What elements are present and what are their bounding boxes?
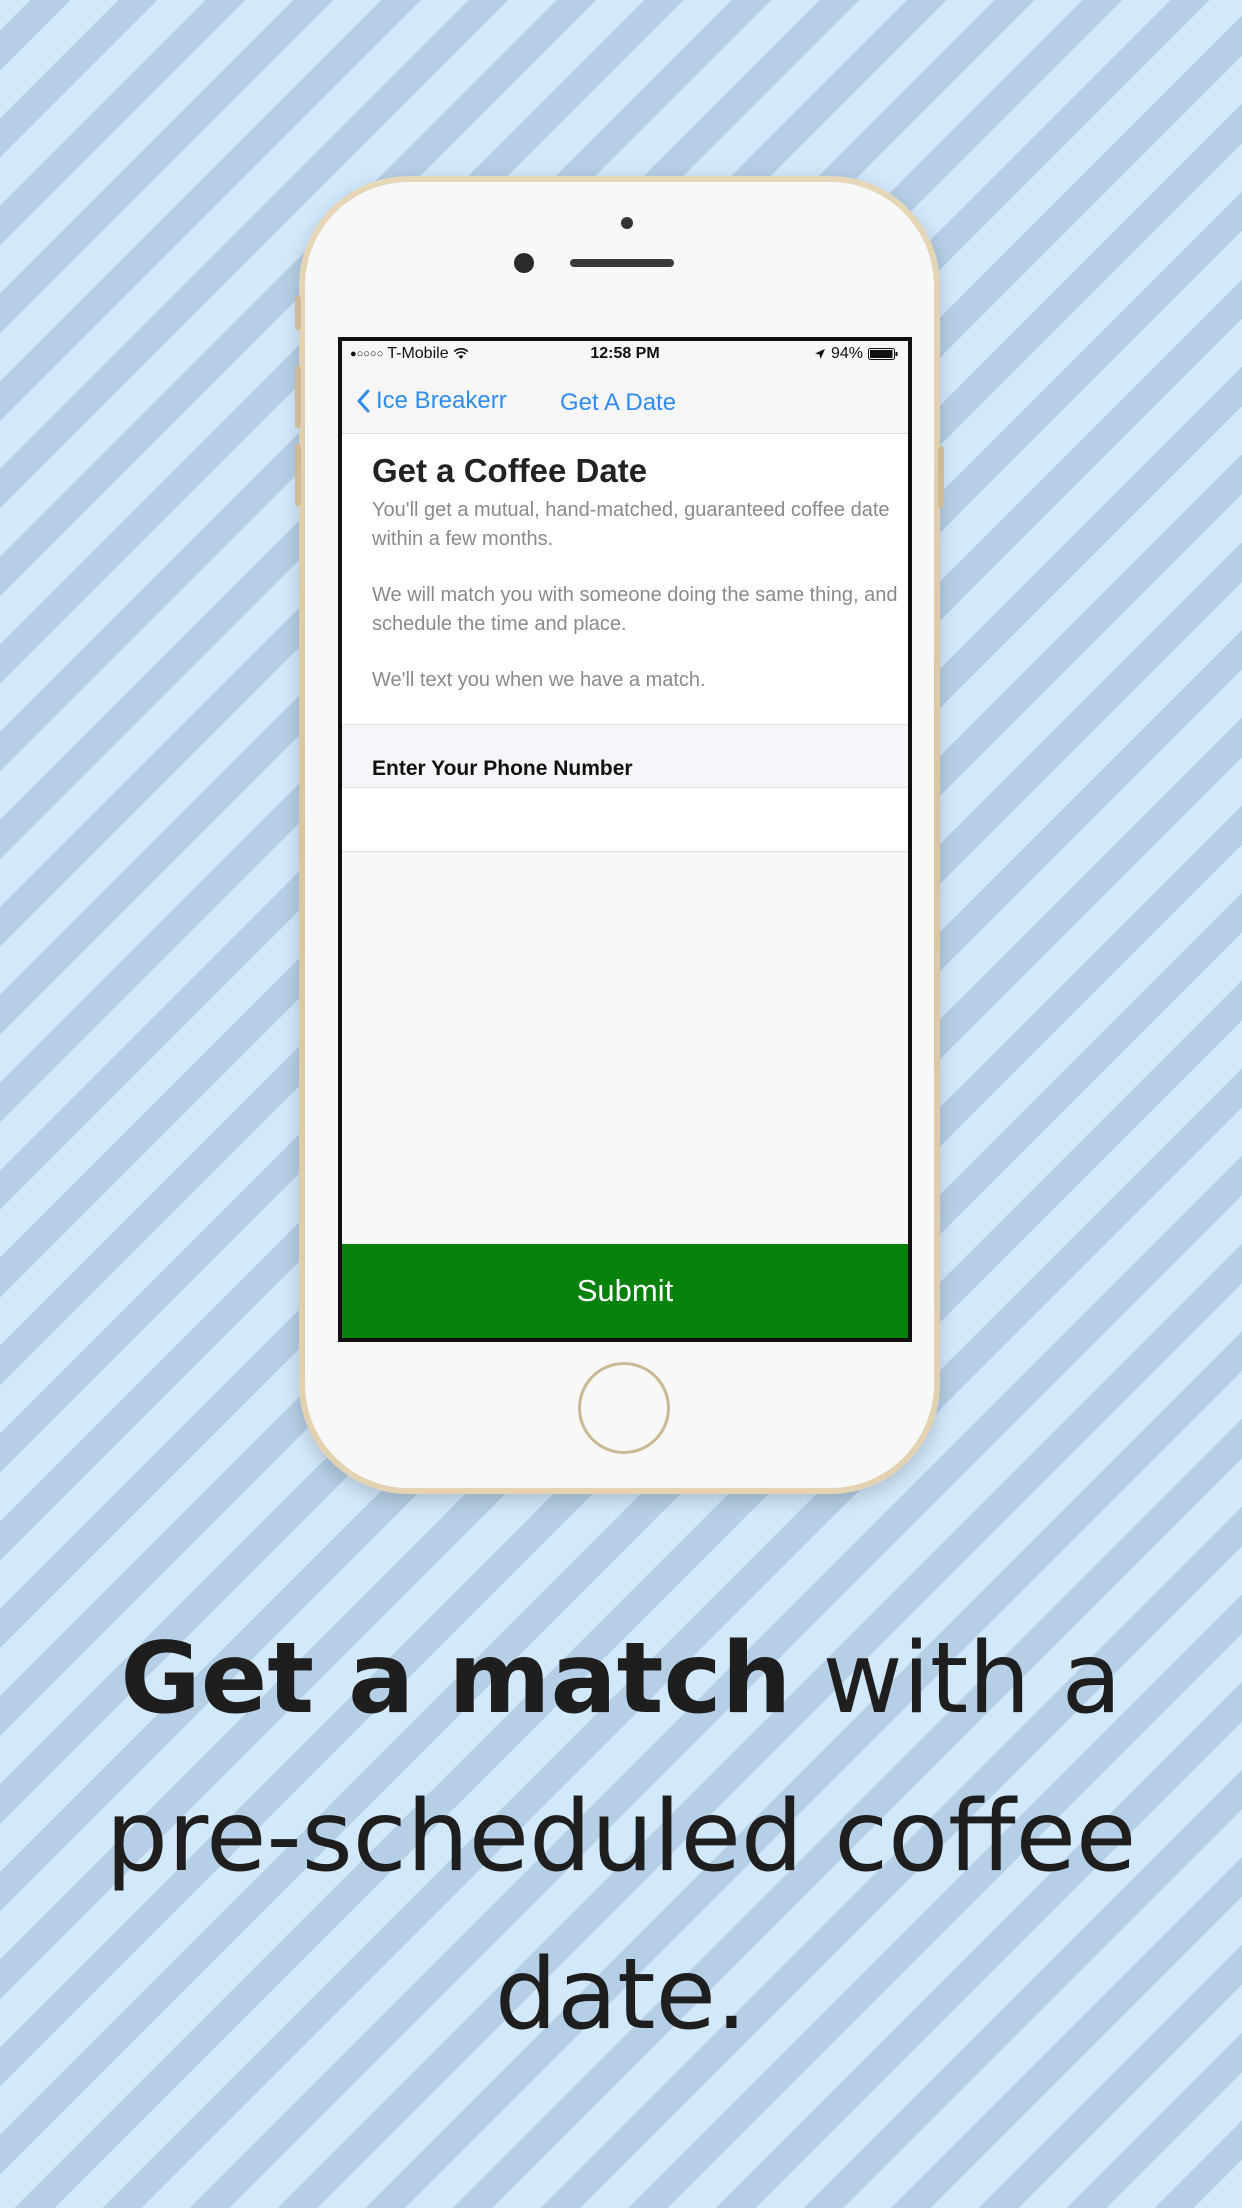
phone-section-header: Enter Your Phone Number xyxy=(342,724,908,788)
battery-percent: 94% xyxy=(830,345,863,362)
status-bar: ●○○○○ T-Mobile 12:58 PM 94% xyxy=(342,341,908,367)
power-button xyxy=(938,446,944,508)
phone-face: ●○○○○ T-Mobile 12:58 PM 94% Ice Breakerr… xyxy=(305,182,934,1488)
nav-title: Get A Date xyxy=(560,389,677,416)
submit-button[interactable]: Submit xyxy=(342,1244,908,1338)
description-paragraph-3: We'll text you when we have a match. xyxy=(372,669,706,691)
phone-screen: ●○○○○ T-Mobile 12:58 PM 94% Ice Breakerr… xyxy=(338,337,912,1342)
caption-bold-text: Get a match xyxy=(120,1622,792,1736)
volume-up-button xyxy=(295,366,301,428)
phone-number-input[interactable] xyxy=(342,788,908,852)
status-right-group: 94% xyxy=(814,345,898,363)
description-paragraph-1: You'll get a mutual, hand-matched, guara… xyxy=(372,499,890,550)
info-section: Get a Coffee Date You'll get a mutual, h… xyxy=(342,434,908,724)
phone-number-label: Enter Your Phone Number xyxy=(372,757,633,780)
front-camera xyxy=(514,253,534,273)
chevron-left-icon xyxy=(357,389,370,413)
back-button[interactable]: Ice Breakerr xyxy=(356,387,507,415)
location-arrow-icon xyxy=(814,349,825,359)
description-paragraph-2: We will match you with someone doing the… xyxy=(372,584,898,635)
page-title: Get a Coffee Date xyxy=(372,452,648,489)
earpiece-speaker xyxy=(570,259,674,267)
navigation-bar: Ice Breakerr Get A Date xyxy=(342,367,908,434)
battery-icon xyxy=(868,348,898,360)
promo-caption: Get a match with a pre-scheduled coffee … xyxy=(40,1600,1202,2074)
home-button[interactable] xyxy=(578,1362,670,1454)
app-store-screenshot: { "status_bar": { "signal": "●○○○○", "ca… xyxy=(0,0,1242,2208)
mute-switch xyxy=(295,296,301,330)
front-sensor xyxy=(621,217,633,229)
back-button-label: Ice Breakerr xyxy=(376,387,507,414)
iphone-frame: ●○○○○ T-Mobile 12:58 PM 94% Ice Breakerr… xyxy=(295,176,944,1494)
volume-down-button xyxy=(295,444,301,506)
screen-content: ●○○○○ T-Mobile 12:58 PM 94% Ice Breakerr… xyxy=(342,341,908,1338)
